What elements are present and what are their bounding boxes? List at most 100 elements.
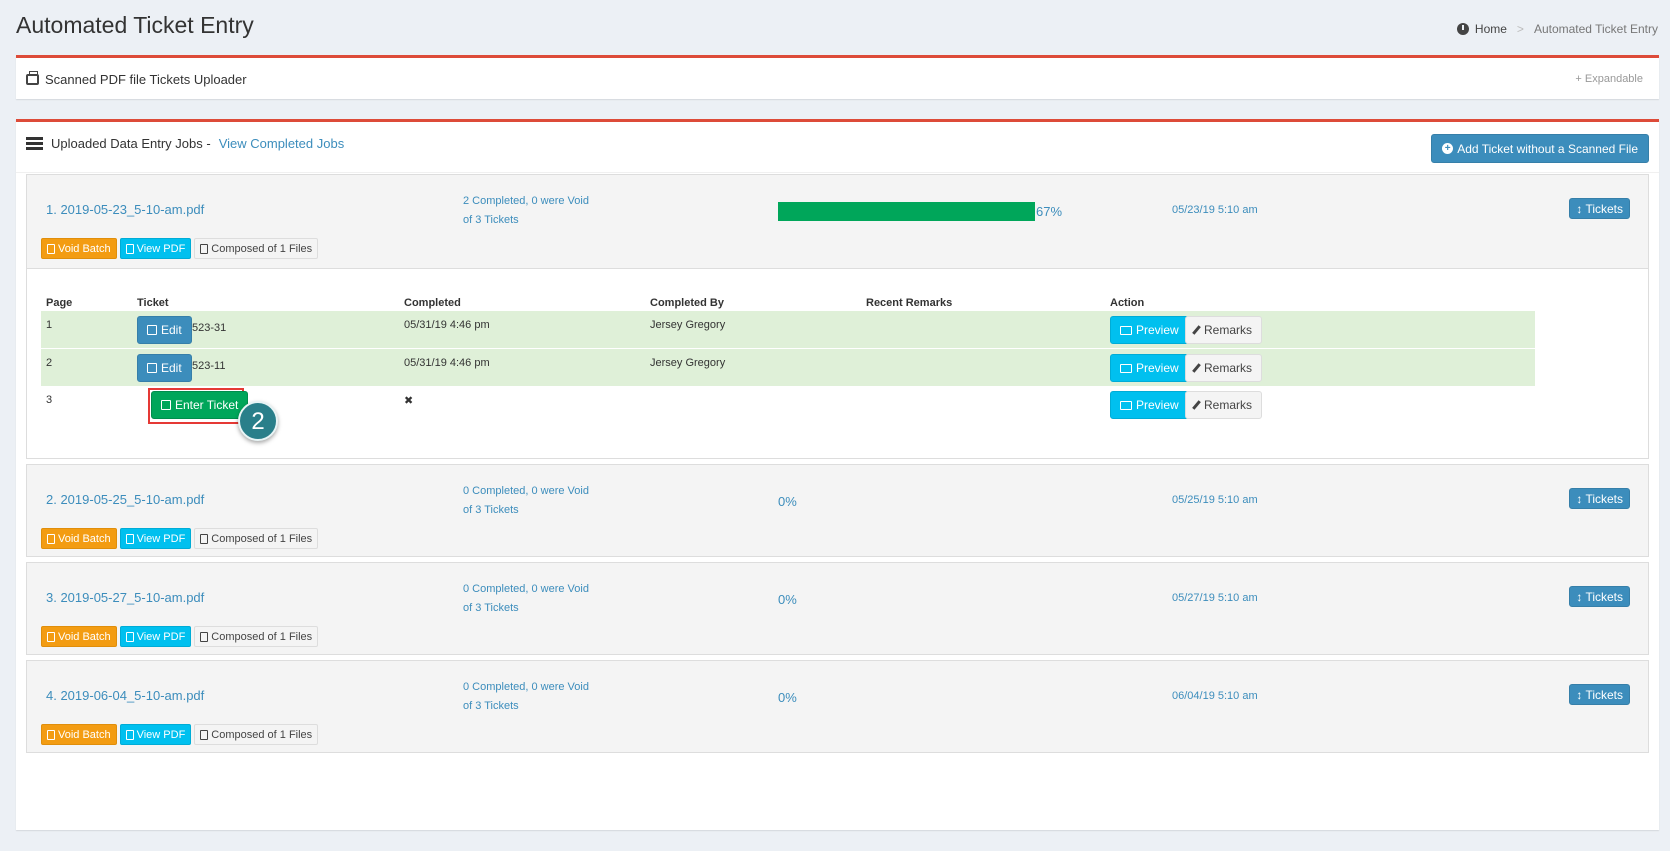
void-batch-button[interactable]: Void Batch: [41, 238, 117, 259]
jobs-title: Uploaded Data Entry Jobs - View Complete…: [26, 136, 344, 151]
breadcrumb: Home > Automated Ticket Entry: [1456, 22, 1658, 36]
jobs-title-label: Uploaded Data Entry Jobs -: [51, 136, 211, 151]
breadcrumb-separator: >: [1516, 22, 1524, 36]
tickets-button[interactable]: ↕ Tickets: [1569, 198, 1630, 219]
view-completed-jobs-link[interactable]: View Completed Jobs: [219, 136, 345, 151]
job-progress-bar: [778, 202, 1035, 221]
composed-files-button[interactable]: Composed of 1 Files: [194, 724, 319, 745]
tickets-button-label: Tickets: [1585, 201, 1623, 216]
tickets-button-label: Tickets: [1585, 687, 1623, 702]
save-icon: [161, 400, 171, 410]
void-batch-label: Void Batch: [58, 630, 111, 643]
trash-icon: [47, 533, 55, 544]
tickets-button[interactable]: ↕ Tickets: [1569, 586, 1630, 607]
job-card: 1. 2019-05-23_5-10-am.pdf 2 Completed, 0…: [26, 174, 1649, 459]
pdf-icon: [125, 533, 134, 544]
tickets-button[interactable]: ↕ Tickets: [1569, 488, 1630, 509]
add-ticket-button[interactable]: + Add Ticket without a Scanned File: [1431, 134, 1649, 163]
pencil-icon: [1192, 363, 1201, 373]
job-date: 06/04/19 5:10 am: [1172, 690, 1258, 702]
image-icon: [1120, 363, 1132, 373]
job-status: 0 Completed, 0 were Void of 3 Tickets: [463, 580, 589, 618]
page-title: Automated Ticket Entry: [16, 12, 254, 38]
job-actions: Void Batch View PDF Composed of 1 Files: [41, 528, 319, 549]
row-ticket-number: 523-11: [192, 360, 226, 372]
preview-label: Preview: [1136, 361, 1179, 375]
header-ticket: Ticket: [137, 297, 169, 309]
pdf-icon: [125, 729, 134, 740]
job-date: 05/25/19 5:10 am: [1172, 494, 1258, 506]
file-icon: [200, 243, 209, 254]
remarks-button[interactable]: Remarks: [1185, 354, 1263, 382]
job-status-line1: 0 Completed, 0 were Void: [463, 485, 589, 497]
edit-icon: [147, 363, 157, 373]
header-completed-by: Completed By: [650, 297, 724, 309]
remarks-label: Remarks: [1204, 323, 1253, 337]
tickets-button[interactable]: ↕ Tickets: [1569, 684, 1630, 705]
job-status: 0 Completed, 0 were Void of 3 Tickets: [463, 678, 589, 716]
expand-toggle[interactable]: + Expandable: [1575, 73, 1643, 85]
remarks-button[interactable]: Remarks: [1185, 316, 1263, 344]
uploader-box: Scanned PDF file Tickets Uploader + Expa…: [16, 55, 1659, 99]
composed-files-button[interactable]: Composed of 1 Files: [194, 626, 319, 647]
preview-button[interactable]: Preview: [1110, 391, 1189, 419]
void-batch-button[interactable]: Void Batch: [41, 724, 117, 745]
remarks-button[interactable]: Remarks: [1185, 391, 1263, 419]
job-filename[interactable]: 1. 2019-05-23_5-10-am.pdf: [46, 202, 204, 217]
void-batch-button[interactable]: Void Batch: [41, 626, 117, 647]
view-pdf-label: View PDF: [136, 532, 186, 545]
edit-button[interactable]: Edit: [137, 316, 192, 344]
step-number-badge: 2: [238, 401, 278, 441]
remarks-label: Remarks: [1204, 398, 1253, 412]
edit-label: Edit: [161, 361, 182, 375]
dashboard-icon: [1456, 23, 1469, 35]
composed-files-button[interactable]: Composed of 1 Files: [194, 238, 319, 259]
void-batch-button[interactable]: Void Batch: [41, 528, 117, 549]
preview-button[interactable]: Preview: [1110, 354, 1189, 382]
view-pdf-button[interactable]: View PDF: [119, 528, 192, 549]
view-pdf-label: View PDF: [136, 630, 186, 643]
preview-label: Preview: [1136, 323, 1179, 337]
breadcrumb-home[interactable]: Home: [1475, 22, 1507, 36]
composed-files-label: Composed of 1 Files: [211, 630, 313, 643]
enter-ticket-button[interactable]: Enter Ticket: [151, 391, 249, 419]
composed-files-label: Composed of 1 Files: [211, 532, 313, 545]
job-progress-label: 0%: [778, 690, 797, 705]
file-icon: [200, 729, 209, 740]
job-progress-label: 67%: [1036, 204, 1063, 219]
ticket-table: Page Ticket Completed Completed By Recen…: [27, 268, 1648, 458]
composed-files-button[interactable]: Composed of 1 Files: [194, 528, 319, 549]
job-filename[interactable]: 4. 2019-06-04_5-10-am.pdf: [46, 688, 204, 703]
job-actions: Void Batch View PDF Composed of 1 Files: [41, 724, 319, 745]
row-page: 3: [46, 394, 53, 406]
job-card: 2. 2019-05-25_5-10-am.pdf 0 Completed, 0…: [26, 464, 1649, 557]
jobs-box-header: Uploaded Data Entry Jobs - View Complete…: [16, 122, 1659, 173]
row-page: 1: [46, 319, 53, 331]
row-completed: 05/31/19 4:46 pm: [404, 319, 490, 331]
pdf-icon: [125, 243, 134, 254]
job-date: 05/23/19 5:10 am: [1172, 204, 1258, 216]
remarks-label: Remarks: [1204, 361, 1253, 375]
edit-button[interactable]: Edit: [137, 354, 192, 382]
job-status-line1: 2 Completed, 0 were Void: [463, 195, 589, 207]
job-filename[interactable]: 2. 2019-05-25_5-10-am.pdf: [46, 492, 204, 507]
uploader-title[interactable]: Scanned PDF file Tickets Uploader: [26, 71, 247, 87]
not-completed-icon: ✖: [404, 395, 414, 407]
void-batch-label: Void Batch: [58, 242, 111, 255]
pencil-icon: [1192, 400, 1201, 410]
tickets-button-label: Tickets: [1585, 491, 1623, 506]
preview-label: Preview: [1136, 398, 1179, 412]
pdf-icon: [125, 631, 134, 642]
image-icon: [1120, 400, 1132, 410]
plus-circle-icon: +: [1442, 143, 1454, 154]
view-pdf-button[interactable]: View PDF: [119, 238, 192, 259]
job-progress-label: 0%: [778, 592, 797, 607]
pencil-icon: [1192, 325, 1201, 335]
row-completed: 05/31/19 4:46 pm: [404, 357, 490, 369]
job-date: 05/27/19 5:10 am: [1172, 592, 1258, 604]
view-pdf-button[interactable]: View PDF: [119, 724, 192, 745]
view-pdf-button[interactable]: View PDF: [119, 626, 192, 647]
job-filename[interactable]: 3. 2019-05-27_5-10-am.pdf: [46, 590, 204, 605]
trash-icon: [47, 729, 55, 740]
preview-button[interactable]: Preview: [1110, 316, 1189, 344]
